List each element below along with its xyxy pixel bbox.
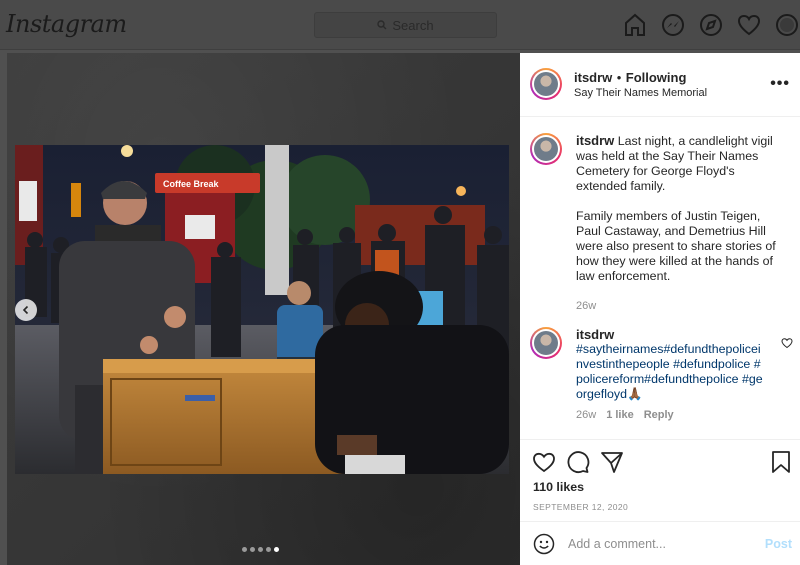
pray-emoji: 🙏🏾 [626, 387, 643, 401]
more-options-icon[interactable]: ••• [770, 75, 790, 93]
avatar[interactable] [530, 68, 562, 100]
post-location[interactable]: Say Their Names Memorial [574, 87, 707, 99]
avatar[interactable] [530, 327, 562, 359]
post-comment-button[interactable]: Post [765, 537, 792, 551]
caption-username[interactable]: itsdrw [576, 133, 614, 148]
comment-like-heart-icon[interactable] [781, 337, 793, 349]
follow-separator: • [616, 70, 622, 85]
following-button[interactable]: Following [626, 70, 687, 85]
add-comment-bar: Add a comment... Post [520, 521, 800, 565]
comment-likes[interactable]: 1 like [606, 408, 634, 423]
search-box[interactable]: Search [314, 12, 497, 38]
caption-age[interactable]: 26w [576, 299, 788, 314]
post-photo[interactable]: Coffee Break [15, 145, 509, 474]
share-paper-plane-icon[interactable] [600, 450, 624, 474]
post-panel: itsdrw • Following Say Their Names Memor… [520, 53, 800, 565]
post-media: Coffee Break [7, 53, 520, 565]
action-bar: 110 likes SEPTEMBER 12, 2020 Add a comme… [520, 439, 800, 565]
post-header: itsdrw • Following Say Their Names Memor… [520, 53, 800, 117]
activity-heart-icon[interactable] [736, 12, 762, 38]
like-heart-icon[interactable] [532, 450, 556, 474]
top-nav: Instagram Search [0, 0, 800, 50]
post-date: SEPTEMBER 12, 2020 [533, 502, 629, 512]
instagram-logo[interactable]: Instagram [6, 10, 127, 38]
search-icon [377, 20, 387, 30]
comment-meta: 26w 1 like Reply [576, 408, 766, 423]
comment-hashtags[interactable]: #saytheirnames#defundthepoliceinvestinth… [576, 342, 763, 401]
chevron-left-icon [22, 305, 29, 315]
coffee-sign: Coffee Break [163, 179, 220, 189]
add-comment-input[interactable]: Add a comment... [568, 537, 666, 551]
carousel-prev-button[interactable] [15, 299, 37, 321]
caption-text: itsdrw Last night, a candlelight vigil w… [576, 133, 788, 314]
explore-icon[interactable] [698, 12, 724, 38]
carousel-dot[interactable] [258, 547, 263, 552]
emoji-smile-icon[interactable] [533, 533, 555, 555]
comment-text: itsdrw #saytheirnames#defundthepoliceinv… [576, 327, 766, 423]
carousel-dot[interactable] [250, 547, 255, 552]
caption-paragraph-2: Family members of Justin Teigen, Paul Ca… [576, 209, 776, 283]
photo-illustration: Coffee Break [15, 145, 509, 474]
search-placeholder: Search [392, 17, 434, 33]
post-username[interactable]: itsdrw [574, 70, 612, 85]
carousel-dots [242, 547, 282, 552]
home-icon[interactable] [622, 12, 648, 38]
carousel-dot[interactable] [242, 547, 247, 552]
nav-icons [610, 12, 800, 38]
comment-age[interactable]: 26w [576, 408, 596, 423]
avatar[interactable] [530, 133, 562, 165]
bookmark-icon[interactable] [770, 450, 792, 474]
header-title-row: itsdrw • Following [574, 69, 686, 87]
likes-count[interactable]: 110 likes [533, 480, 584, 494]
carousel-dot[interactable] [266, 547, 271, 552]
carousel-dot-active[interactable] [274, 547, 279, 552]
comment-username[interactable]: itsdrw [576, 327, 766, 342]
messenger-icon[interactable] [660, 12, 686, 38]
profile-icon[interactable] [774, 12, 800, 38]
action-icons [532, 450, 634, 474]
comment-bubble-icon[interactable] [566, 450, 590, 474]
reply-button[interactable]: Reply [644, 408, 674, 423]
